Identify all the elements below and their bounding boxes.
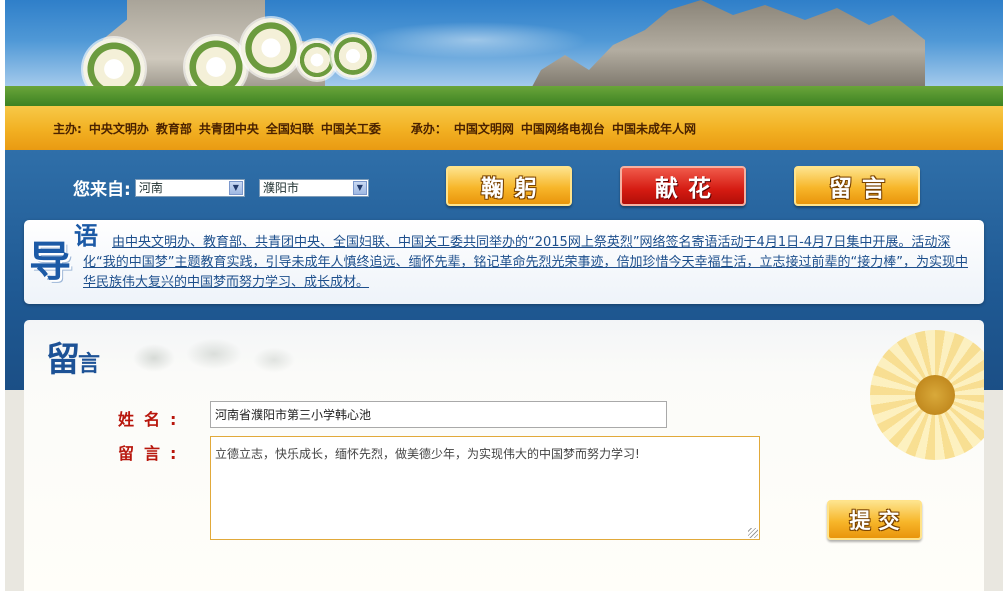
city-select[interactable]: 濮阳市 ▼: [258, 178, 369, 197]
panel-title: 留言: [46, 332, 100, 381]
banner-grass: [5, 86, 1003, 106]
province-value: 河南: [138, 180, 163, 195]
panel-title-small: 言: [78, 351, 101, 377]
message-label: 留言:: [118, 444, 187, 463]
host-item: 全国妇联: [265, 121, 314, 136]
panel-title-big: 留: [46, 340, 80, 380]
name-input[interactable]: [210, 401, 667, 428]
panel-trees-decoration: [114, 328, 304, 378]
header-banner: [5, 0, 1003, 106]
organizer-item: 中国未成年人网: [611, 121, 696, 136]
chevron-down-icon[interactable]: ▼: [352, 180, 367, 195]
wreath-icon: [331, 34, 375, 78]
submit-button[interactable]: 提交: [827, 500, 922, 540]
host-item: 教育部: [155, 121, 192, 136]
host-item: 中国关工委: [320, 121, 381, 136]
origin-label: 您来自:: [73, 180, 131, 200]
flower-decoration-icon: [860, 320, 984, 460]
message-button[interactable]: 留言: [794, 166, 920, 206]
message-textarea[interactable]: 立德立志，快乐成长，缅怀先烈，做美德少年，为实现伟大的中国梦而努力学习!: [210, 436, 760, 540]
host-item: 共青团中央: [198, 121, 259, 136]
chevron-down-icon[interactable]: ▼: [228, 180, 243, 195]
flower-center: [915, 375, 955, 415]
organizer-label: 承办：: [410, 121, 447, 136]
bow-button[interactable]: 鞠躬: [446, 166, 572, 206]
resize-grip-icon[interactable]: [748, 528, 758, 538]
city-value: 濮阳市: [262, 180, 299, 195]
sponsor-bar: 主办: 中央文明办 教育部 共青团中央 全国妇联 中国关工委 承办： 中国文明网…: [5, 106, 1003, 150]
province-select[interactable]: 河南 ▼: [134, 178, 245, 197]
wreath-icon: [241, 18, 301, 78]
guide-box: 导 语 由中央文明办、教育部、共青团中央、全国妇联、中国关工委共同举办的“201…: [24, 220, 984, 304]
organizer-group: 承办： 中国文明网 中国网络电视台 中国未成年人网: [411, 120, 696, 137]
host-item: 中央文明办: [88, 121, 149, 136]
panel-side-right: [984, 390, 1003, 591]
guide-logo-main: 导: [29, 237, 72, 286]
panel-side-left: [5, 390, 24, 591]
organizer-item: 中国网络电视台: [520, 121, 605, 136]
origin-selector: 您来自: 河南 ▼ 濮阳市 ▼: [73, 175, 369, 200]
guide-link[interactable]: 由中央文明办、教育部、共青团中央、全国妇联、中国关工委共同举办的“2015网上祭…: [83, 233, 969, 293]
flower-button[interactable]: 献花: [620, 166, 746, 206]
name-label: 姓名:: [118, 410, 187, 429]
host-group: 主办: 中央文明办 教育部 共青团中央 全国妇联 中国关工委: [53, 120, 381, 137]
organizer-item: 中国文明网: [453, 121, 514, 136]
host-label: 主办:: [53, 121, 82, 136]
